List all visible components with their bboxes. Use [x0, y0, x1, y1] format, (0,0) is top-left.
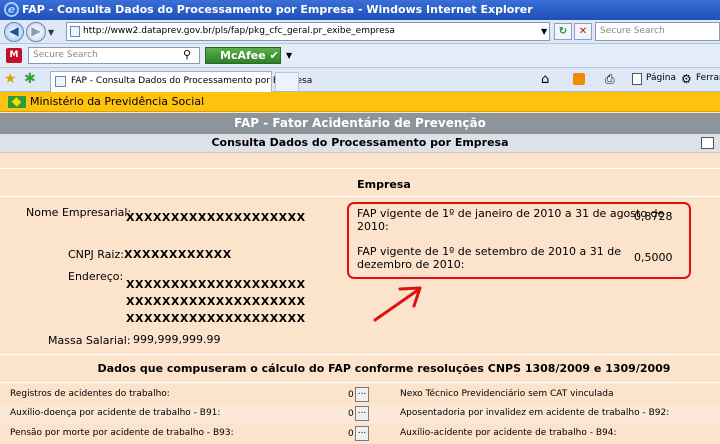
row-label-right: Nexo Técnico Previdenciário sem CAT vinc… [400, 389, 614, 399]
endereco-line: XXXXXXXXXXXXXXXXXXXX [126, 312, 306, 325]
window-title: FAP - Consulta Dados do Processamento po… [22, 3, 533, 16]
add-favorites-icon[interactable]: ✱ [24, 71, 36, 87]
window-title-bar: e FAP - Consulta Dados do Processamento … [0, 0, 720, 20]
feeds-icon[interactable] [573, 73, 585, 85]
search-icon[interactable]: ⚲ [183, 48, 191, 61]
table-row: Auxílio-doença por acidente de trabalho … [0, 405, 720, 424]
stop-icon[interactable]: ✕ [574, 23, 592, 40]
row-value: 0 [348, 409, 354, 419]
massa-value: 999,999,999.99 [133, 333, 221, 346]
mcafee-button[interactable]: McAfee ✔ [205, 47, 281, 64]
page-menu-icon [632, 73, 642, 85]
page-title: Consulta Dados do Processamento por Empr… [211, 136, 509, 149]
mcafee-label: McAfee [220, 49, 266, 62]
row-label: Auxílio-doença por acidente de trabalho … [10, 408, 221, 418]
tab-row: ★ ✱ FAP - Consulta Dados do Processament… [0, 68, 720, 92]
fap-period-1-line1: FAP vigente de 1º de janeiro de 2010 a 3… [357, 207, 665, 220]
gear-icon: ⚙ [681, 72, 692, 86]
nome-value: XXXXXXXXXXXXXXXXXXXX [126, 211, 306, 224]
table-row: Registros de acidentes do trabalho: 0 ..… [0, 386, 720, 405]
app-title: FAP - Fator Acidentário de Prevenção [0, 113, 720, 134]
toolbar-row: M Secure Search ⚲ McAfee ✔ ▼ [0, 44, 720, 68]
page-title-bar: Consulta Dados do Processamento por Empr… [0, 134, 720, 153]
fap-value-2: 0,5000 [634, 251, 673, 264]
history-dropdown-icon[interactable]: ▼ [48, 28, 54, 37]
tools-menu[interactable]: Ferrame [696, 73, 720, 83]
fap-period-2-line1: FAP vigente de 1º de setembro de 2010 a … [357, 245, 622, 258]
cnpj-label: CNPJ Raiz: [68, 248, 124, 261]
row-value: 0 [348, 429, 354, 439]
live-search-input[interactable]: Secure Search [595, 22, 720, 41]
ministry-bar: Ministério da Previdência Social [0, 92, 720, 112]
back-button[interactable]: ◀ [4, 22, 24, 42]
table-row: Pensão por morte por acidente de trabalh… [0, 425, 720, 444]
cnpj-value: XXXXXXXXXXXX [124, 248, 232, 261]
fap-period-2-line2: dezembro de 2010: [357, 258, 465, 271]
fap-period-2: FAP vigente de 1º de setembro de 2010 a … [357, 245, 627, 271]
nome-label: Nome Empresarial: [26, 206, 132, 219]
mcafee-shield-icon[interactable]: M [6, 48, 22, 63]
mcafee-dropdown-icon[interactable]: ▼ [286, 51, 292, 60]
page-menu[interactable]: Página [646, 73, 676, 83]
brazil-flag-icon [8, 96, 26, 108]
endereco-line: XXXXXXXXXXXXXXXXXXXX [126, 278, 306, 291]
address-bar[interactable]: http://www2.dataprev.gov.br/pls/fap/pkg_… [66, 22, 550, 41]
print-page-icon[interactable] [701, 137, 714, 149]
check-icon: ✔ [269, 49, 279, 62]
red-arrow-annotation [373, 286, 422, 322]
tab-page-icon [55, 76, 66, 87]
details-button[interactable]: ... [355, 406, 369, 421]
page-icon [70, 26, 80, 37]
home-icon[interactable]: ⌂ [541, 72, 549, 87]
refresh-icon[interactable]: ↻ [554, 23, 572, 40]
toolbar-search-input[interactable]: Secure Search [28, 47, 200, 64]
divider [0, 168, 720, 169]
tab-active[interactable]: FAP - Consulta Dados do Processamento po… [50, 71, 312, 92]
address-row: ◀ ▶ ▼ http://www2.dataprev.gov.br/pls/fa… [0, 20, 720, 44]
new-tab-button[interactable] [275, 72, 299, 91]
endereco-line: XXXXXXXXXXXXXXXXXXXX [126, 295, 306, 308]
details-button[interactable]: ... [355, 426, 369, 441]
row-label: Pensão por morte por acidente de trabalh… [10, 428, 234, 438]
divider [0, 354, 720, 355]
divider [0, 382, 720, 383]
massa-label: Massa Salarial: [48, 334, 131, 347]
row-value: 0 [348, 390, 354, 400]
favorites-star-icon[interactable]: ★ [4, 71, 17, 87]
details-button[interactable]: ... [355, 387, 369, 402]
ministry-name: Ministério da Previdência Social [30, 95, 205, 108]
dados-heading: Dados que compuseram o cálculo do FAP co… [97, 362, 671, 375]
address-dropdown-icon[interactable]: ▼ [541, 27, 547, 36]
empresa-heading: Empresa [357, 178, 411, 191]
row-label-right: Aposentadoria por invalidez em acidente … [400, 408, 670, 418]
print-icon[interactable]: ⎙ [605, 72, 615, 87]
forward-button[interactable]: ▶ [26, 22, 46, 42]
fap-period-1: FAP vigente de 1º de janeiro de 2010 a 3… [357, 207, 665, 233]
divider [0, 196, 720, 197]
endereco-label: Endereço: [68, 270, 124, 283]
ie-logo-icon: e [4, 2, 19, 17]
address-url: http://www2.dataprev.gov.br/pls/fap/pkg_… [83, 26, 395, 36]
fap-value-1: 0,8728 [634, 210, 673, 223]
row-label-right: Auxílio-acidente por acidente de trabalh… [400, 428, 617, 438]
fap-period-1-line2: 2010: [357, 220, 389, 233]
row-label: Registros de acidentes do trabalho: [10, 389, 170, 399]
